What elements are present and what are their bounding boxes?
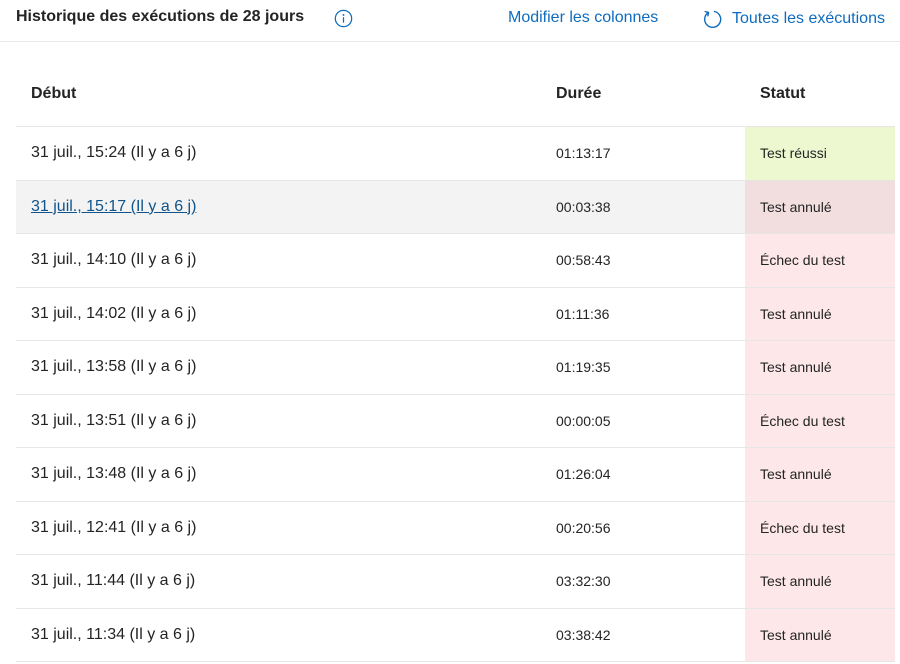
- table-row[interactable]: 31 juil., 14:02 (Il y a 6 j) 01:11:36 Test…: [16, 287, 895, 341]
- run-start-cell[interactable]: 31 juil., 15:17 (Il y a 6 j): [31, 181, 196, 234]
- run-duration-cell: 01:11:36: [556, 305, 610, 322]
- table-row[interactable]: 31 juil., 11:34 (Il y a 6 j) 03:38:42 Test…: [16, 608, 895, 662]
- table-row[interactable]: 31 juil., 15:17 (Il y a 6 j) 00:03:38 Test…: [16, 180, 895, 234]
- run-duration-cell: 00:00:05: [556, 412, 611, 429]
- runs-table: Début Durée Statut 31 juil., 15:24 (Il y…: [16, 62, 895, 662]
- run-status-cell: Échec du test: [745, 501, 895, 554]
- column-header-duration[interactable]: Durée: [556, 85, 601, 103]
- refresh-icon: [704, 10, 722, 28]
- run-duration-cell: 01:26:04: [556, 466, 611, 483]
- table-row[interactable]: 31 juil., 13:48 (Il y a 6 j) 01:26:04 Test…: [16, 448, 895, 502]
- all-runs-button[interactable]: Toutes les exécutions: [702, 7, 885, 31]
- page-title: Historique des exécutions de 28 jours: [16, 8, 305, 25]
- edit-columns-button[interactable]: Modifier les colonnes: [508, 9, 658, 27]
- table-body: 31 juil., 15:24 (Il y a 6 j) 01:13:17 Test…: [16, 127, 895, 662]
- run-duration-cell: 00:03:38: [556, 198, 611, 215]
- run-start-cell[interactable]: 31 juil., 15:24 (Il y a 6 j): [31, 127, 196, 180]
- table-row[interactable]: 31 juil., 11:44 (Il y a 6 j) 03:32:30 Test…: [16, 555, 895, 609]
- run-start-cell[interactable]: 31 juil., 12:41 (Il y a 6 j): [31, 502, 196, 555]
- run-start-cell[interactable]: 31 juil., 13:58 (Il y a 6 j): [31, 341, 196, 394]
- run-duration-cell: 00:58:43: [556, 252, 611, 269]
- run-duration-cell: 03:38:42: [556, 626, 611, 643]
- table-row[interactable]: 31 juil., 13:51 (Il y a 6 j) 00:00:05 Éche…: [16, 394, 895, 448]
- run-status-cell: Test annulé: [745, 608, 895, 661]
- run-start-cell[interactable]: 31 juil., 13:51 (Il y a 6 j): [31, 395, 196, 448]
- run-status-cell: Test annulé: [745, 448, 895, 501]
- column-header-status[interactable]: Statut: [760, 85, 805, 103]
- run-status-cell: Échec du test: [745, 234, 895, 287]
- run-status-cell: Test réussi: [745, 127, 895, 180]
- run-duration-cell: 01:19:35: [556, 359, 611, 376]
- run-start-cell[interactable]: 31 juil., 13:48 (Il y a 6 j): [31, 448, 196, 501]
- run-status-cell: Test annulé: [745, 341, 895, 394]
- runs-history-header: Historique des exécutions de 28 jours Mo…: [0, 0, 900, 42]
- column-header-start[interactable]: Début: [31, 85, 76, 103]
- run-status-cell: Test annulé: [745, 180, 895, 233]
- run-start-cell[interactable]: 31 juil., 11:34 (Il y a 6 j): [31, 609, 195, 662]
- info-icon[interactable]: [334, 9, 353, 28]
- run-duration-cell: 03:32:30: [556, 573, 611, 590]
- table-header: Début Durée Statut: [16, 62, 895, 127]
- run-status-cell: Échec du test: [745, 394, 895, 447]
- table-row[interactable]: 31 juil., 14:10 (Il y a 6 j) 00:58:43 Éche…: [16, 234, 895, 288]
- run-duration-cell: 01:13:17: [556, 145, 611, 162]
- run-start-cell[interactable]: 31 juil., 14:10 (Il y a 6 j): [31, 234, 196, 287]
- run-status-cell: Test annulé: [745, 287, 895, 340]
- all-runs-label: Toutes les exécutions: [732, 10, 885, 27]
- run-duration-cell: 00:20:56: [556, 519, 611, 536]
- table-row[interactable]: 31 juil., 15:24 (Il y a 6 j) 01:13:17 Test…: [16, 127, 895, 181]
- run-start-cell[interactable]: 31 juil., 11:44 (Il y a 6 j): [31, 555, 195, 608]
- table-row[interactable]: 31 juil., 13:58 (Il y a 6 j) 01:19:35 Test…: [16, 341, 895, 395]
- table-row[interactable]: 31 juil., 12:41 (Il y a 6 j) 00:20:56 Éche…: [16, 501, 895, 555]
- run-status-cell: Test annulé: [745, 555, 895, 608]
- run-start-cell[interactable]: 31 juil., 14:02 (Il y a 6 j): [31, 288, 196, 341]
